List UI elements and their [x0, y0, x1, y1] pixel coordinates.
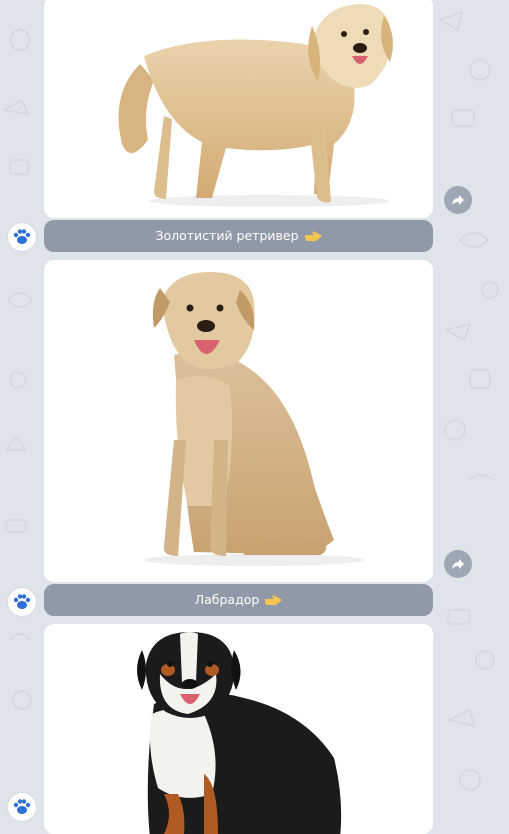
paw-icon — [13, 799, 31, 814]
bot-avatar[interactable] — [8, 793, 36, 821]
breed-button-label: Лабрадор — [194, 592, 260, 607]
paw-icon — [13, 594, 31, 609]
dog-photo-bernese[interactable] — [44, 624, 433, 834]
bot-avatar[interactable] — [8, 588, 36, 616]
share-arrow-icon — [452, 195, 464, 205]
bot-avatar[interactable] — [8, 223, 36, 251]
pointing-hand-icon — [264, 586, 282, 618]
breed-button-golden-retriever[interactable]: Золотистий ретривер — [44, 220, 433, 252]
dog-photo-labrador[interactable] — [44, 260, 433, 582]
breed-button-labrador[interactable]: Лабрадор — [44, 584, 433, 616]
share-button[interactable] — [444, 550, 472, 578]
share-button[interactable] — [444, 186, 472, 214]
paw-icon — [13, 229, 31, 244]
pointing-hand-icon — [304, 222, 322, 254]
share-arrow-icon — [452, 559, 464, 569]
dog-photo-golden-retriever[interactable] — [44, 0, 433, 218]
breed-button-label: Золотистий ретривер — [155, 228, 299, 243]
